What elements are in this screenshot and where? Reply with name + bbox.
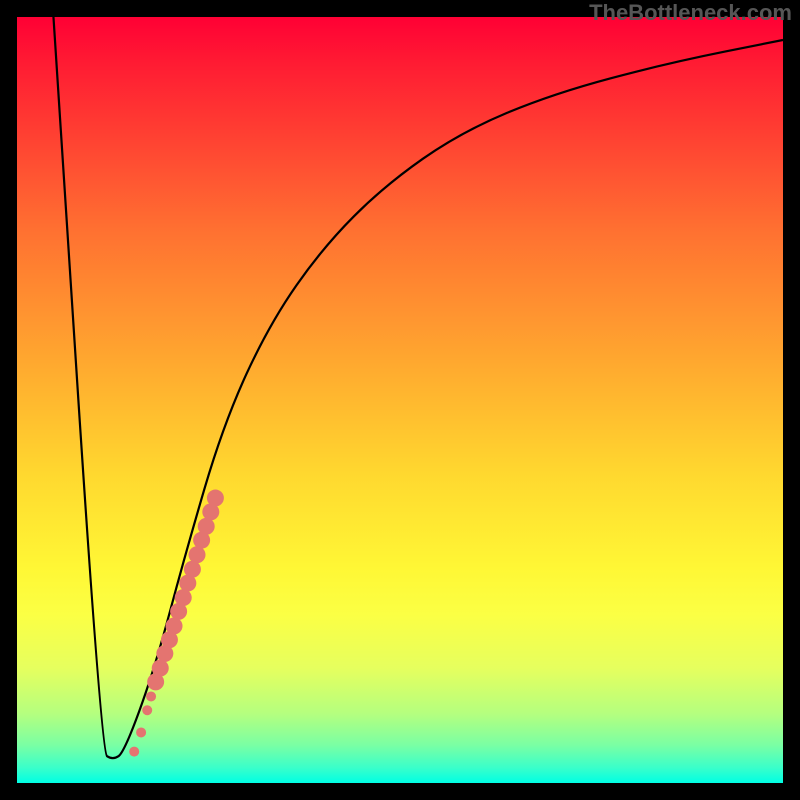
data-marker — [184, 561, 201, 578]
data-marker — [198, 518, 215, 535]
data-marker — [129, 747, 139, 757]
marker-layer — [129, 490, 224, 757]
chart-container: TheBottleneck.com — [0, 0, 800, 800]
watermark-text: TheBottleneck.com — [589, 0, 792, 26]
data-marker — [175, 589, 192, 606]
data-marker — [189, 546, 206, 563]
data-marker — [152, 660, 169, 677]
data-marker — [146, 691, 156, 701]
data-marker — [207, 490, 224, 507]
data-marker — [136, 727, 146, 737]
chart-svg — [17, 17, 783, 783]
plot-area — [17, 17, 783, 783]
data-marker — [166, 617, 183, 634]
data-marker — [142, 705, 152, 715]
